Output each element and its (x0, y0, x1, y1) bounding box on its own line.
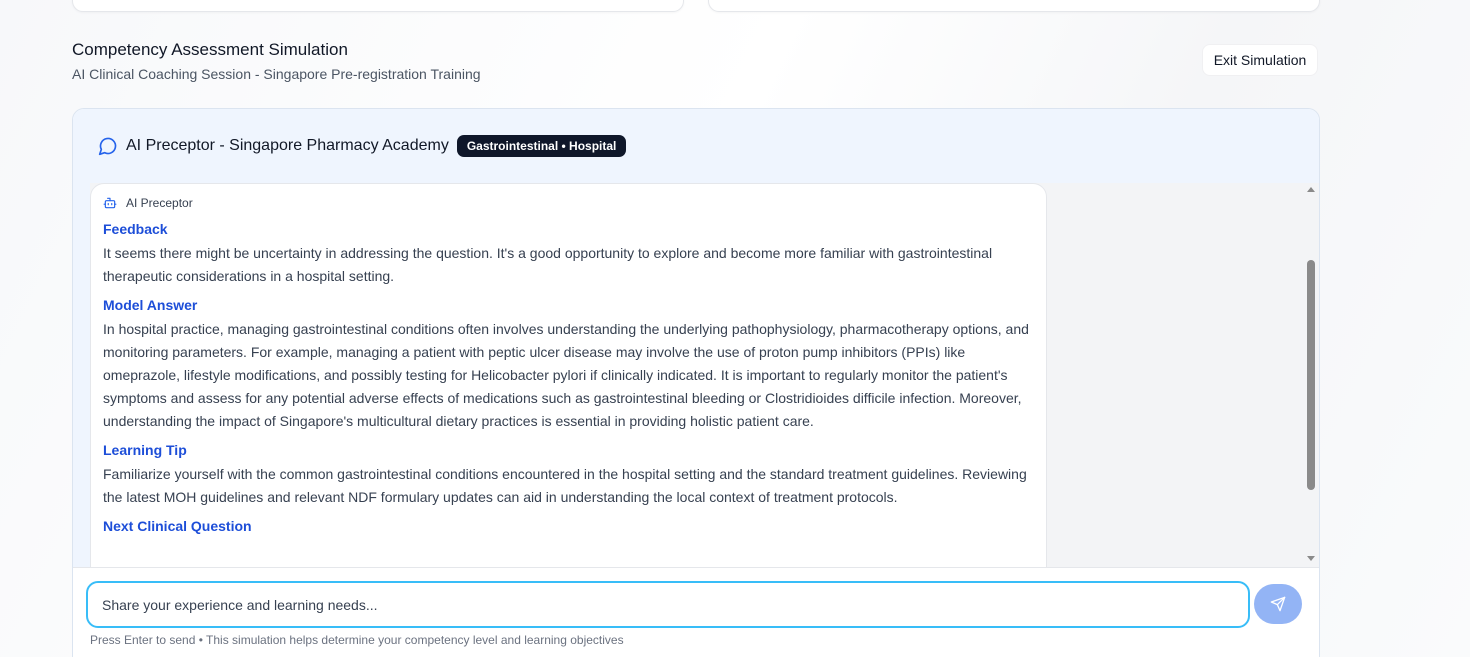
scroll-up-arrow-icon[interactable] (1307, 187, 1315, 192)
chat-title: AI Preceptor - Singapore Pharmacy Academ… (126, 137, 449, 154)
section-title-model-answer: Model Answer (103, 297, 198, 313)
chat-header: AI Preceptor - Singapore Pharmacy Academ… (73, 109, 1319, 183)
section-body-feedback: It seems there might be uncertainty in a… (103, 245, 993, 284)
section-title-learning-tip: Learning Tip (103, 442, 187, 458)
message-sender: AI Preceptor (103, 194, 1034, 212)
section-title-feedback: Feedback (103, 221, 168, 237)
scrollbar-thumb[interactable] (1307, 260, 1315, 490)
topic-badge: Gastrointestinal • Hospital (456, 135, 627, 157)
previous-card-right (708, 0, 1320, 12)
previous-card-left (72, 0, 684, 12)
composer: Press Enter to send • This simulation he… (73, 567, 1319, 657)
message-input[interactable] (86, 581, 1250, 628)
section-title-next-question: Next Clinical Question (103, 518, 252, 534)
page-title: Competency Assessment Simulation (72, 40, 348, 59)
composer-hint: Press Enter to send • This simulation he… (90, 633, 624, 647)
chat-bubble-icon (98, 136, 118, 156)
page-subtitle: AI Clinical Coaching Session - Singapore… (72, 66, 481, 82)
message-scroll-area: AI Preceptor Feedback It seems there mig… (90, 183, 1303, 583)
send-icon (1270, 596, 1286, 612)
section-body-learning-tip: Familiarize yourself with the common gas… (103, 466, 1027, 505)
exit-simulation-button[interactable]: Exit Simulation (1202, 44, 1318, 76)
message-list[interactable]: AI Preceptor Feedback It seems there mig… (73, 183, 1319, 583)
section-body-model-answer: In hospital practice, managing gastroint… (103, 321, 1029, 429)
bot-icon (103, 196, 117, 210)
assistant-message: AI Preceptor Feedback It seems there mig… (90, 183, 1047, 583)
chat-panel: AI Preceptor - Singapore Pharmacy Academ… (72, 108, 1320, 657)
send-button[interactable] (1254, 584, 1302, 624)
sender-name: AI Preceptor (126, 196, 193, 210)
message-scrollbar[interactable] (1303, 183, 1319, 567)
scroll-down-arrow-icon[interactable] (1307, 556, 1315, 561)
